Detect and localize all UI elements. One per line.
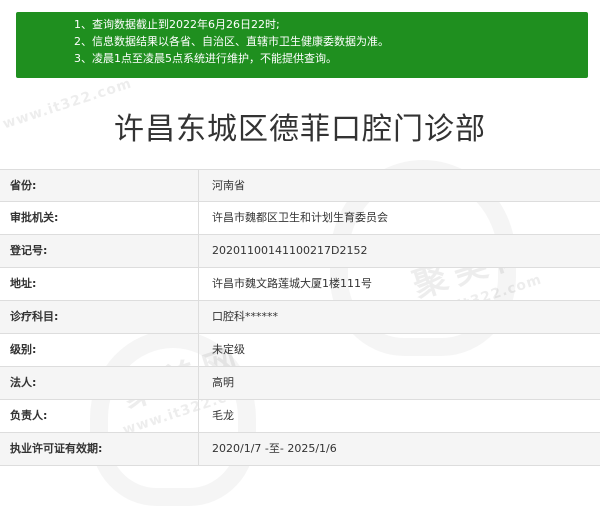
- row-value: 毛龙: [212, 409, 234, 422]
- row-label: 负责人:: [10, 409, 48, 422]
- row-label: 诊疗科目:: [10, 310, 59, 323]
- row-value: 2020/1/7 -至- 2025/1/6: [212, 442, 337, 455]
- column-divider: [198, 235, 199, 267]
- notice-banner: 1、查询数据截止到2022年6月26日22时; 2、信息数据结果以各省、自治区、…: [16, 12, 588, 78]
- notice-line-2: 2、信息数据结果以各省、自治区、直辖市卫生健康委数据为准。: [74, 35, 389, 48]
- row-value: 河南省: [212, 179, 245, 192]
- row-label: 地址:: [10, 277, 37, 290]
- row-label: 登记号:: [10, 244, 48, 257]
- info-row-level: 级别: 未定级: [0, 334, 600, 367]
- info-row-address: 地址: 许昌市魏文路莲城大厦1楼111号: [0, 268, 600, 301]
- row-value: 高明: [212, 376, 234, 389]
- notice-line-1: 1、查询数据截止到2022年6月26日22时;: [74, 18, 280, 31]
- row-label: 省份:: [10, 179, 37, 192]
- column-divider: [198, 400, 199, 432]
- row-value: 20201100141100217D2152: [212, 244, 368, 257]
- info-row-approval-authority: 审批机关: 许昌市魏都区卫生和计划生育委员会: [0, 202, 600, 235]
- row-value: 口腔科******: [212, 310, 278, 323]
- row-value: 未定级: [212, 343, 245, 356]
- row-label: 审批机关:: [10, 211, 59, 224]
- row-label: 级别:: [10, 343, 37, 356]
- info-table: 省份: 河南省 审批机关: 许昌市魏都区卫生和计划生育委员会 登记号: 2020…: [0, 169, 600, 466]
- column-divider: [198, 268, 199, 300]
- column-divider: [198, 334, 199, 366]
- column-divider: [198, 170, 199, 201]
- notice-line-3: 3、凌晨1点至凌晨5点系统进行维护，不能提供查询。: [74, 52, 337, 65]
- page-title: 许昌东城区德菲口腔门诊部: [114, 112, 486, 147]
- column-divider: [198, 301, 199, 333]
- column-divider: [198, 433, 199, 465]
- row-value: 许昌市魏都区卫生和计划生育委员会: [212, 211, 388, 224]
- row-value: 许昌市魏文路莲城大厦1楼111号: [212, 277, 372, 290]
- info-row-registration-number: 登记号: 20201100141100217D2152: [0, 235, 600, 268]
- column-divider: [198, 202, 199, 234]
- info-row-person-in-charge: 负责人: 毛龙: [0, 400, 600, 433]
- row-label: 法人:: [10, 376, 37, 389]
- row-label: 执业许可证有效期:: [10, 442, 103, 455]
- info-row-departments: 诊疗科目: 口腔科******: [0, 301, 600, 334]
- info-row-province: 省份: 河南省: [0, 169, 600, 202]
- column-divider: [198, 367, 199, 399]
- info-row-legal-person: 法人: 高明: [0, 367, 600, 400]
- info-row-license-validity: 执业许可证有效期: 2020/1/7 -至- 2025/1/6: [0, 433, 600, 466]
